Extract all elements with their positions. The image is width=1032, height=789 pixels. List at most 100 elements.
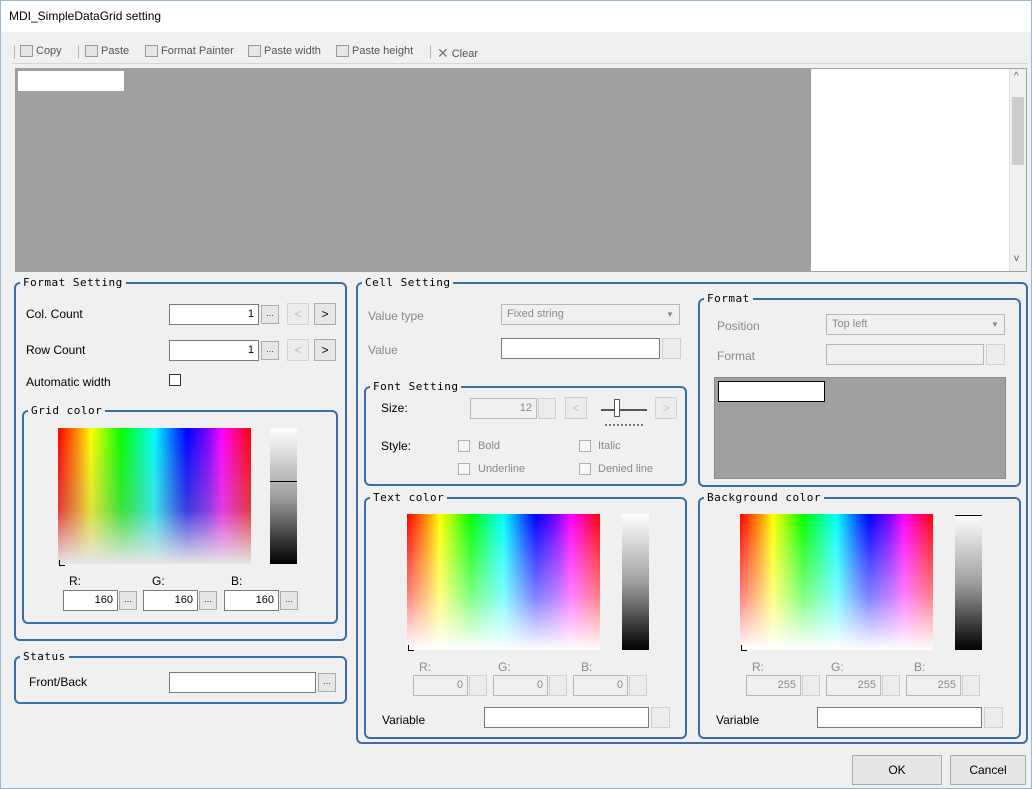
bg-variable-browse-button[interactable] xyxy=(984,707,1003,728)
font-size-slider-track[interactable] xyxy=(601,409,647,411)
cancel-button[interactable]: Cancel xyxy=(950,755,1026,785)
toolbar-grip xyxy=(14,45,15,59)
text-g-input[interactable]: 0 xyxy=(493,675,548,696)
title-bar: MDI_SimpleDataGrid setting xyxy=(0,0,1032,32)
font-size-increment-button[interactable]: > xyxy=(655,397,677,419)
text-color-palette[interactable] xyxy=(407,514,600,650)
bg-g-browse-button[interactable] xyxy=(882,675,900,696)
paste-height-button[interactable]: Paste height xyxy=(336,45,413,57)
format-preview-cell xyxy=(718,381,825,402)
bg-r-input[interactable]: 255 xyxy=(746,675,801,696)
clear-icon: ✕ xyxy=(437,45,449,61)
col-count-input[interactable]: 1 xyxy=(169,304,259,325)
paste-button[interactable]: Paste xyxy=(85,45,129,57)
copy-button[interactable]: Copy xyxy=(20,45,62,57)
value-label: Value xyxy=(368,343,398,357)
denied-line-checkbox[interactable] xyxy=(579,463,591,475)
text-color-luminance-bar[interactable] xyxy=(622,514,649,650)
col-count-label: Col. Count xyxy=(26,307,83,321)
vertical-scrollbar[interactable]: ^ v xyxy=(1009,69,1026,271)
position-label: Position xyxy=(717,319,760,333)
grid-color-palette[interactable] xyxy=(58,428,251,564)
text-b-input[interactable]: 0 xyxy=(573,675,628,696)
col-count-browse-button[interactable]: ... xyxy=(261,305,279,324)
bg-variable-input[interactable] xyxy=(817,707,982,728)
format-painter-button[interactable]: Format Painter xyxy=(145,45,234,57)
front-back-browse-button[interactable]: ... xyxy=(318,673,336,692)
chevron-down-icon: ▼ xyxy=(991,320,999,329)
background-color-cursor xyxy=(741,645,747,651)
format-browse-button[interactable] xyxy=(986,344,1005,365)
chevron-down-icon: ▼ xyxy=(666,310,674,319)
col-count-decrement-button[interactable]: < xyxy=(287,303,309,325)
bg-b-input[interactable]: 255 xyxy=(906,675,961,696)
grid-color-legend: Grid color xyxy=(31,404,103,417)
value-browse-button[interactable] xyxy=(662,338,681,359)
bg-r-browse-button[interactable] xyxy=(802,675,820,696)
grid-color-luminance-bar[interactable] xyxy=(270,428,297,564)
background-color-legend: Background color xyxy=(707,491,821,504)
row-count-label: Row Count xyxy=(26,343,86,357)
format-input[interactable] xyxy=(826,344,984,365)
text-variable-browse-button[interactable] xyxy=(651,707,670,728)
grid-r-browse-button[interactable]: ... xyxy=(119,591,137,610)
grid-g-input[interactable]: 160 xyxy=(143,590,198,611)
grid-g-browse-button[interactable]: ... xyxy=(199,591,217,610)
paste-width-button[interactable]: Paste width xyxy=(248,45,321,57)
text-g-browse-button[interactable] xyxy=(549,675,567,696)
automatic-width-checkbox[interactable] xyxy=(169,374,181,386)
font-size-browse-button[interactable] xyxy=(538,398,556,419)
grid-canvas[interactable] xyxy=(16,69,811,271)
background-color-luminance-bar[interactable] xyxy=(955,514,982,650)
underline-checkbox[interactable] xyxy=(458,463,470,475)
value-type-select[interactable]: Fixed string ▼ xyxy=(501,304,680,325)
grid-preview: ^ v xyxy=(15,68,1027,272)
underline-label: Underline xyxy=(478,463,526,475)
grid-cell[interactable] xyxy=(18,71,124,91)
text-b-browse-button[interactable] xyxy=(629,675,647,696)
toolbar: Copy Paste Format Painter Paste width Pa… xyxy=(12,40,1028,64)
text-r-label: R: xyxy=(419,660,431,674)
grid-b-input[interactable]: 160 xyxy=(224,590,279,611)
copy-label: Copy xyxy=(36,45,62,57)
text-r-input[interactable]: 0 xyxy=(413,675,468,696)
font-size-decrement-button[interactable]: < xyxy=(565,397,587,419)
italic-checkbox[interactable] xyxy=(579,440,591,452)
ok-button[interactable]: OK xyxy=(852,755,942,785)
bold-label: Bold xyxy=(478,440,501,452)
scroll-up-arrow-icon[interactable]: ^ xyxy=(1014,71,1019,82)
text-r-browse-button[interactable] xyxy=(469,675,487,696)
row-count-browse-button[interactable]: ... xyxy=(261,341,279,360)
denied-line-label: Denied line xyxy=(598,463,654,475)
paste-icon xyxy=(85,45,98,57)
bg-b-browse-button[interactable] xyxy=(962,675,980,696)
text-variable-input[interactable] xyxy=(484,707,649,728)
font-setting-legend: Font Setting xyxy=(373,380,459,393)
automatic-width-label: Automatic width xyxy=(26,375,111,389)
format-label: Format xyxy=(717,349,756,363)
front-back-input[interactable] xyxy=(169,672,316,693)
grid-r-input[interactable]: 160 xyxy=(63,590,118,611)
font-size-input[interactable]: 12 xyxy=(470,398,537,419)
grid-luminance-marker xyxy=(270,481,297,482)
grid-r-label: R: xyxy=(69,574,81,588)
position-select[interactable]: Top left ▼ xyxy=(826,314,1005,335)
row-count-decrement-button[interactable]: < xyxy=(287,339,309,361)
font-size-slider-thumb[interactable] xyxy=(614,399,620,417)
bold-checkbox[interactable] xyxy=(458,440,470,452)
scroll-thumb[interactable] xyxy=(1012,97,1024,165)
grid-b-browse-button[interactable]: ... xyxy=(280,591,298,610)
font-style-label: Style: xyxy=(381,439,412,453)
clear-label: Clear xyxy=(451,47,479,60)
value-type-label: Value type xyxy=(368,309,424,323)
font-size-label: Size: xyxy=(381,401,408,415)
col-count-increment-button[interactable]: > xyxy=(314,303,336,325)
value-input[interactable] xyxy=(501,338,660,359)
row-count-increment-button[interactable]: > xyxy=(314,339,336,361)
value-type-value: Fixed string xyxy=(507,308,564,320)
background-color-palette[interactable] xyxy=(740,514,933,650)
clear-button[interactable]: ✕ Clear xyxy=(437,45,478,62)
bg-g-input[interactable]: 255 xyxy=(826,675,881,696)
scroll-down-arrow-icon[interactable]: v xyxy=(1014,253,1019,264)
row-count-input[interactable]: 1 xyxy=(169,340,259,361)
